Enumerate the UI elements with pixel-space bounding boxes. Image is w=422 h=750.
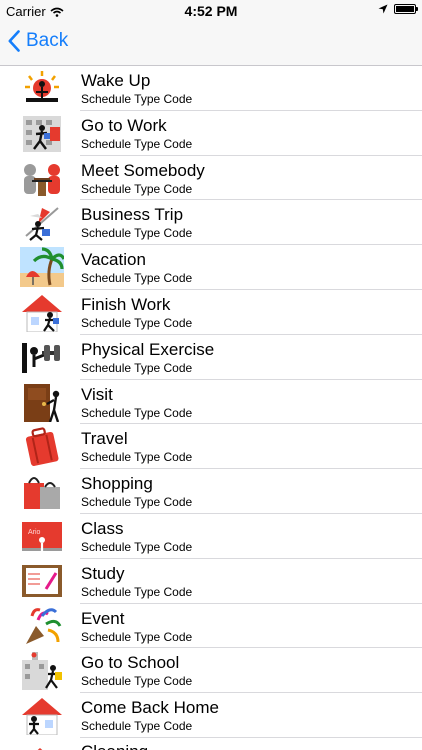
battery-level <box>396 6 414 12</box>
schedule-type-row[interactable]: Wake Up Schedule Type Code <box>0 66 422 111</box>
schedule-type-subtitle: Schedule Type Code <box>81 360 193 375</box>
schedule-type-subtitle: Schedule Type Code <box>81 315 193 330</box>
schedule-type-title: Visit <box>81 384 113 404</box>
schedule-type-title: Cleaning <box>81 742 148 750</box>
schedule-type-title: Shopping <box>81 474 153 494</box>
battery-icon <box>394 4 418 14</box>
beach-palm-icon <box>20 247 66 288</box>
school-building-icon <box>20 650 64 691</box>
schedule-type-title: Come Back Home <box>81 698 219 718</box>
schedule-type-title: Physical Exercise <box>81 339 215 359</box>
suitcase-icon <box>20 426 64 467</box>
schedule-type-row[interactable]: Business Trip Schedule Type Code <box>0 200 422 245</box>
status-time: 4:52 PM <box>184 3 238 19</box>
house-return-icon <box>20 695 64 736</box>
schedule-type-title: Class <box>81 518 124 538</box>
schedule-type-title: Event <box>81 608 125 628</box>
back-label: Back <box>26 30 69 51</box>
back-button[interactable]: Back <box>8 30 68 52</box>
office-building-icon <box>20 113 64 153</box>
schedule-type-row[interactable]: Study Schedule Type Code <box>0 559 422 604</box>
door-knock-icon <box>20 382 64 422</box>
schedule-type-row[interactable]: Vacation Schedule Type Code <box>0 245 422 290</box>
dumbbell-icon <box>20 337 64 377</box>
schedule-type-title: Finish Work <box>81 294 171 314</box>
schedule-type-subtitle: Schedule Type Code <box>81 674 193 689</box>
schedule-type-row[interactable]: Travel Schedule Type Code <box>0 424 422 469</box>
schedule-type-row[interactable]: Physical Exercise Schedule Type Code <box>0 335 422 380</box>
status-right <box>378 4 418 14</box>
schedule-type-row[interactable]: Go to Work Schedule Type Code <box>0 111 422 156</box>
schedule-type-subtitle: Schedule Type Code <box>81 271 193 286</box>
cleaning-icon <box>20 740 64 750</box>
sunrise-icon <box>20 68 64 108</box>
schedule-type-title: Go to Work <box>81 115 167 135</box>
schedule-type-row[interactable]: Visit Schedule Type Code <box>0 380 422 425</box>
schedule-type-subtitle: Schedule Type Code <box>81 181 193 196</box>
schedule-type-title: Go to School <box>81 653 180 673</box>
shopping-bags-icon <box>20 471 64 511</box>
schedule-type-title: Wake Up <box>81 71 151 90</box>
schedule-type-row[interactable]: Ario Class Schedule Type Code <box>0 514 422 559</box>
schedule-type-row[interactable]: Come Back Home Schedule Type Code <box>0 693 422 738</box>
schedule-type-subtitle: Schedule Type Code <box>81 584 193 599</box>
svg-text:Ario: Ario <box>28 529 41 536</box>
schedule-type-subtitle: Schedule Type Code <box>81 405 193 420</box>
notebook-pencil-icon <box>20 561 64 601</box>
schedule-type-title: Study <box>81 563 125 583</box>
schedule-type-title: Vacation <box>81 250 146 270</box>
chevron-left-icon <box>8 30 20 52</box>
location-arrow-icon <box>378 4 388 14</box>
schedule-type-subtitle: Schedule Type Code <box>81 92 193 106</box>
schedule-type-subtitle: Schedule Type Code <box>81 450 193 465</box>
schedule-type-subtitle: Schedule Type Code <box>81 629 193 644</box>
schedule-type-title: Business Trip <box>81 205 184 225</box>
status-bar: Carrier 4:52 PM <box>0 0 422 22</box>
schedule-type-subtitle: Schedule Type Code <box>81 539 193 554</box>
party-confetti-icon <box>20 606 64 646</box>
schedule-type-title: Travel <box>81 429 128 449</box>
schedule-type-subtitle: Schedule Type Code <box>81 136 193 151</box>
schedule-type-row[interactable]: Finish Work Schedule Type Code <box>0 290 422 335</box>
house-walk-icon <box>20 292 64 333</box>
airplane-icon <box>20 202 64 242</box>
schedule-type-row[interactable]: Event Schedule Type Code <box>0 604 422 649</box>
schedule-type-row[interactable]: Meet Somebody Schedule Type Code <box>0 156 422 201</box>
nav-bar: Back <box>0 22 422 66</box>
schedule-type-row[interactable]: Go to School Schedule Type Code <box>0 648 422 693</box>
meeting-people-icon <box>20 158 64 198</box>
schedule-type-list: Wake Up Schedule Type Code Go to Work Sched… <box>0 66 422 750</box>
schedule-type-subtitle: Schedule Type Code <box>81 719 193 734</box>
schedule-type-subtitle: Schedule Type Code <box>81 226 193 241</box>
schedule-type-title: Meet Somebody <box>81 160 205 180</box>
schedule-type-row[interactable]: Cleaning <box>0 738 422 750</box>
schedule-type-row[interactable]: Shopping Schedule Type Code <box>0 469 422 514</box>
schedule-type-subtitle: Schedule Type Code <box>81 495 193 510</box>
blackboard-icon: Ario <box>20 516 64 556</box>
